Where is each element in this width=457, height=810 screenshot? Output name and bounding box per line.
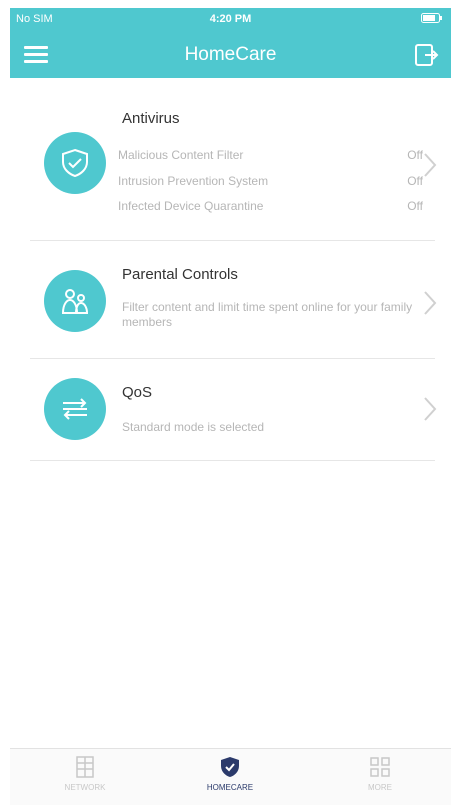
row-value: Off [407, 199, 423, 213]
divider [30, 358, 435, 359]
parental-controls-description: Filter content and limit time spent onli… [122, 300, 413, 329]
qos-icon [44, 378, 106, 440]
divider [30, 240, 435, 241]
network-icon [73, 755, 97, 779]
antivirus-shield-icon [44, 132, 106, 194]
divider [30, 460, 435, 461]
shield-icon [218, 755, 242, 779]
row-label: Infected Device Quarantine [118, 199, 264, 213]
qos-title: QoS [122, 384, 153, 401]
tab-label: HOMECARE [206, 783, 254, 792]
tab-network[interactable]: NETWORK [30, 755, 140, 792]
row-label: Intrusion Prevention System [118, 174, 269, 188]
chevron-right-icon[interactable] [420, 392, 440, 426]
status-bar: No SIM 4:20 PM [10, 8, 451, 30]
tab-homecare[interactable]: HOMECARE [175, 755, 285, 792]
parental-controls-title: Parental Controls [122, 266, 238, 283]
parental-controls-card[interactable]: Parental Controls Filter content and lim… [30, 250, 440, 360]
bottom-tab-bar: NETWORK HOMECARE MORE [10, 748, 451, 805]
homecare-content: Antivirus Malicious Content Filter Off I… [10, 78, 451, 748]
antivirus-title: Antivirus [122, 110, 180, 127]
app-screen: No SIM 4:20 PM HomeCare Antivirus Malici… [0, 0, 457, 810]
row-label: Malicious Content Filter [118, 148, 244, 162]
logout-icon[interactable] [413, 42, 439, 68]
app-header: No SIM 4:20 PM HomeCare [10, 8, 451, 78]
antivirus-card[interactable]: Antivirus Malicious Content Filter Off I… [30, 98, 440, 238]
malicious-content-filter-row: Malicious Content Filter Off [118, 148, 423, 162]
nav-bar: HomeCare [10, 32, 451, 78]
page-title: HomeCare [184, 44, 277, 65]
qos-card[interactable]: QoS Standard mode is selected [30, 368, 440, 460]
intrusion-prevention-row: Intrusion Prevention System Off [118, 174, 423, 188]
chevron-right-icon[interactable] [420, 148, 440, 182]
tab-label: NETWORK [64, 783, 106, 792]
battery-icon [421, 13, 443, 26]
qos-description: Standard mode is selected [122, 420, 265, 434]
tab-label: MORE [368, 783, 392, 792]
chevron-right-icon[interactable] [420, 286, 440, 320]
infected-device-quarantine-row: Infected Device Quarantine Off [118, 199, 423, 213]
status-time: 4:20 PM [209, 13, 252, 25]
more-grid-icon [368, 755, 392, 779]
parental-controls-icon [44, 270, 106, 332]
tab-more[interactable]: MORE [325, 755, 435, 792]
